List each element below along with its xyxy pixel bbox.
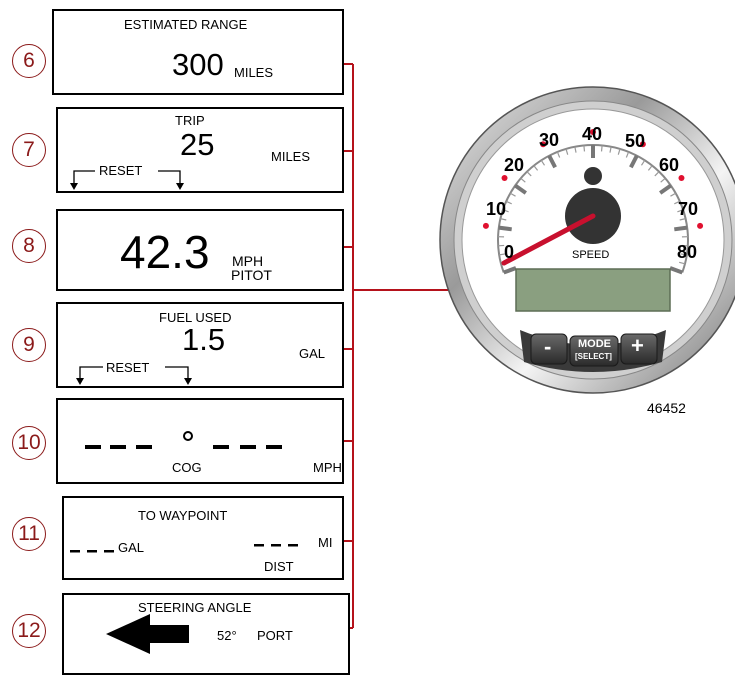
gauge-label: SPEED: [572, 249, 609, 261]
gauge-scale-tick: [584, 145, 585, 151]
plus-button-label: +: [631, 333, 644, 359]
gauge-tick-40: 40: [582, 124, 602, 145]
gauge-scale-tick: [602, 145, 603, 151]
gauge-tick-30: 30: [539, 130, 559, 151]
gauge-lcd-display: [516, 269, 670, 311]
gauge-scale-tick: [499, 228, 512, 230]
gauge-tick-80: 80: [677, 242, 697, 263]
speedometer-gauge: [0, 0, 735, 672]
gauge-tick-60: 60: [659, 155, 679, 176]
gauge-tick-10: 10: [486, 199, 506, 220]
mode-button-label: MODE: [578, 338, 611, 350]
gauge-red-dot: [678, 175, 684, 181]
minus-button-label: -: [544, 334, 551, 360]
figure-number: 46452: [647, 400, 686, 416]
select-button-label: [SELECT]: [575, 352, 612, 361]
gauge-red-dot: [697, 223, 703, 229]
gauge-tick-70: 70: [678, 199, 698, 220]
gauge-tick-20: 20: [504, 155, 524, 176]
gauge-tick-50: 50: [625, 131, 645, 152]
gauge-scale-tick: [674, 228, 687, 230]
gauge-tick-0: 0: [504, 242, 514, 263]
gauge-red-dot: [483, 223, 489, 229]
brand-logo-icon: [584, 167, 602, 185]
